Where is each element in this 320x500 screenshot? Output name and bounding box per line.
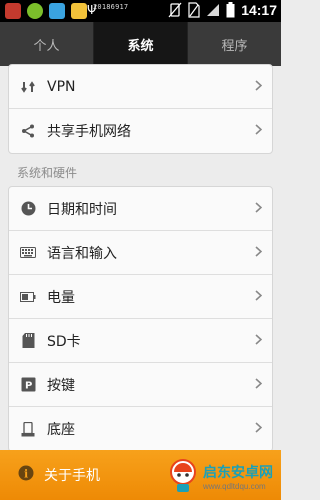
battery-label: 电量 [47, 289, 75, 306]
app-icon-3 [49, 3, 65, 19]
chevron-right-icon [255, 124, 262, 135]
chevron-right-icon [255, 80, 262, 91]
settings-list[interactable]: VPN 共享手机网络 系统和硬件 日期和时间 语言和输入 电量 SD卡 P 按键… [0, 64, 281, 500]
chevron-right-icon [255, 246, 262, 257]
info-icon: i [18, 465, 34, 485]
chevron-right-icon [255, 378, 262, 389]
network-group: VPN 共享手机网络 [8, 64, 273, 154]
app-icon-2 [27, 3, 43, 19]
chevron-right-icon [255, 422, 262, 433]
list-item-tethering[interactable]: 共享手机网络 [9, 109, 272, 153]
watermark-title: 启东安卓网 [203, 464, 273, 481]
svg-text:i: i [24, 468, 28, 481]
no-sim-icon [188, 2, 200, 18]
vpn-icon [20, 79, 36, 95]
battery-icon [20, 289, 36, 305]
list-item-vpn[interactable]: VPN [9, 65, 272, 109]
date-time-label: 日期和时间 [47, 201, 117, 218]
top-tabs: 个人 系统 程序 [0, 22, 281, 66]
notification-text: 20186917 [93, 3, 129, 11]
list-item-language-input[interactable]: 语言和输入 [9, 231, 272, 275]
watermark-logo: 启东安卓网 www.qdltdqu.com [168, 456, 273, 496]
tab-apps[interactable]: 程序 [188, 22, 281, 66]
list-item-battery[interactable]: 电量 [9, 275, 272, 319]
app-icon-1 [5, 3, 21, 19]
system-hardware-group: 日期和时间 语言和输入 电量 SD卡 P 按键 底座 [8, 186, 273, 452]
list-item-buttons[interactable]: P 按键 [9, 363, 272, 407]
vibrate-icon [168, 2, 182, 18]
list-item-sd-card[interactable]: SD卡 [9, 319, 272, 363]
buttons-label: 按键 [47, 377, 75, 394]
vpn-label: VPN [47, 78, 76, 95]
tab-personal[interactable]: 个人 [0, 22, 94, 66]
dock-icon [20, 421, 36, 437]
svg-text:P: P [25, 381, 32, 392]
share-icon [20, 123, 36, 139]
status-bar: Ψ 20186917 14:17 [0, 0, 281, 22]
dock-label: 底座 [47, 422, 75, 438]
list-item-dock[interactable]: 底座 [9, 407, 272, 451]
battery-icon [226, 2, 235, 18]
key-icon: P [20, 377, 36, 393]
clock-time: 14:17 [241, 2, 277, 18]
signal-icon [207, 4, 220, 16]
section-title-system-hardware: 系统和硬件 [17, 166, 78, 180]
list-item-date-time[interactable]: 日期和时间 [9, 187, 272, 231]
language-input-label: 语言和输入 [47, 245, 117, 262]
watermark-url: www.qdltdqu.com [203, 481, 266, 491]
keyboard-icon [20, 245, 36, 261]
tethering-label: 共享手机网络 [47, 124, 131, 140]
chevron-right-icon [255, 202, 262, 213]
app-icon-4 [71, 3, 87, 19]
sd-card-icon [20, 333, 36, 349]
robot-logo-icon [170, 459, 196, 492]
about-phone-label: 关于手机 [44, 468, 100, 484]
chevron-right-icon [255, 334, 262, 345]
chevron-right-icon [255, 290, 262, 301]
sd-card-label: SD卡 [47, 333, 81, 350]
clock-icon [20, 201, 36, 217]
tab-system[interactable]: 系统 [94, 22, 188, 66]
